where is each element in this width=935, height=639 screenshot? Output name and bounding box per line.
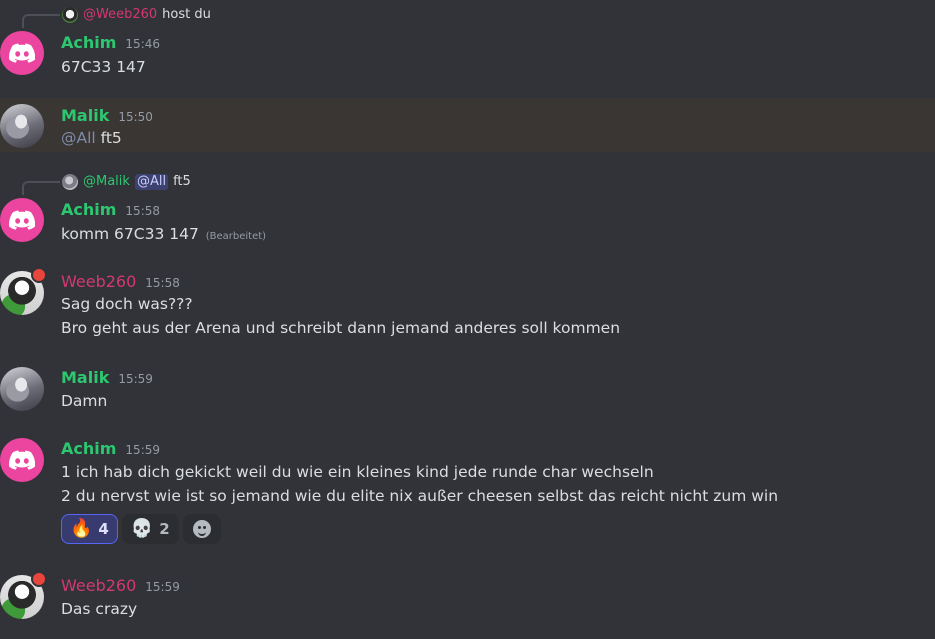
discord-logo-icon bbox=[9, 450, 35, 470]
reply-mention[interactable]: @Weeb260 bbox=[83, 7, 157, 23]
timestamp: 15:59 bbox=[125, 443, 161, 457]
reply-mention-all[interactable]: @All bbox=[134, 174, 169, 190]
avatar[interactable] bbox=[0, 367, 44, 411]
username[interactable]: Weeb260 bbox=[61, 272, 136, 291]
timestamp: 15:58 bbox=[125, 204, 161, 218]
message-header: Weeb260 15:59 bbox=[61, 576, 180, 595]
reaction-count: 2 bbox=[159, 520, 170, 538]
username[interactable]: Achim bbox=[61, 439, 116, 458]
username[interactable]: Malik bbox=[61, 368, 109, 387]
message-text: @All ft5 bbox=[61, 127, 122, 149]
avatar-decoration-icon bbox=[31, 571, 47, 587]
discord-logo-icon bbox=[9, 210, 35, 230]
avatar[interactable] bbox=[0, 104, 44, 148]
reply-preview[interactable]: @Malik @All ft5 bbox=[62, 174, 191, 190]
message-text: Das crazy bbox=[61, 600, 138, 618]
reply-mention[interactable]: @Malik bbox=[83, 174, 130, 190]
reaction-bar: 🔥 4 💀 2 bbox=[61, 514, 221, 544]
reaction-fire[interactable]: 🔥 4 bbox=[61, 514, 118, 544]
message-text: Bro geht aus der Arena und schreibt dann… bbox=[61, 319, 621, 337]
smile-icon bbox=[192, 520, 211, 538]
add-reaction-button[interactable] bbox=[182, 514, 221, 544]
message-text: komm 67C33 147 (Bearbeitet) bbox=[61, 223, 266, 248]
timestamp: 15:50 bbox=[118, 110, 153, 124]
message-text: 1 ich hab dich gekickt weil du wie ein k… bbox=[61, 463, 654, 481]
timestamp: 15:59 bbox=[145, 580, 180, 594]
message-text: 67C33 147 bbox=[61, 58, 146, 76]
message-header: Malik 15:50 bbox=[61, 106, 153, 125]
reply-avatar bbox=[62, 174, 78, 190]
avatar[interactable] bbox=[0, 438, 44, 482]
avatar[interactable] bbox=[0, 31, 44, 75]
username[interactable]: Weeb260 bbox=[61, 576, 136, 595]
message-header: Weeb260 15:58 bbox=[61, 272, 180, 291]
reply-preview[interactable]: @Weeb260 host du bbox=[62, 7, 211, 23]
avatar-decoration-icon bbox=[31, 267, 47, 283]
skull-icon: 💀 bbox=[130, 518, 154, 539]
chat-messages: @Weeb260 host du Achim 15:46 67C33 147 M… bbox=[0, 0, 935, 639]
username[interactable]: Achim bbox=[61, 33, 116, 52]
mention-all[interactable]: @All bbox=[61, 129, 96, 147]
edited-label: (Bearbeitet) bbox=[205, 231, 267, 242]
timestamp: 15:46 bbox=[125, 37, 161, 51]
message-header: Achim 15:58 bbox=[61, 200, 160, 219]
reply-connector bbox=[22, 14, 60, 28]
avatar[interactable] bbox=[0, 198, 44, 242]
message-header: Malik 15:59 bbox=[61, 368, 153, 387]
timestamp: 15:59 bbox=[118, 372, 153, 386]
reaction-count: 4 bbox=[98, 520, 109, 538]
reply-text: ft5 bbox=[173, 174, 191, 189]
message-header: Achim 15:46 bbox=[61, 33, 160, 52]
message-header: Achim 15:59 bbox=[61, 439, 160, 458]
message-body: ft5 bbox=[100, 129, 122, 147]
message-text: Damn bbox=[61, 392, 108, 410]
discord-logo-icon bbox=[9, 43, 35, 63]
reply-avatar bbox=[62, 7, 78, 23]
username[interactable]: Achim bbox=[61, 200, 116, 219]
reply-connector bbox=[22, 181, 60, 195]
message-text: Sag doch was??? bbox=[61, 295, 193, 313]
message-text: 2 du nervst wie ist so jemand wie du eli… bbox=[61, 487, 779, 505]
reply-text: host du bbox=[162, 7, 211, 22]
timestamp: 15:58 bbox=[145, 276, 180, 290]
fire-icon: 🔥 bbox=[70, 518, 93, 539]
reaction-skull[interactable]: 💀 2 bbox=[121, 514, 179, 544]
message-body: komm 67C33 147 bbox=[61, 225, 199, 243]
username[interactable]: Malik bbox=[61, 106, 109, 125]
